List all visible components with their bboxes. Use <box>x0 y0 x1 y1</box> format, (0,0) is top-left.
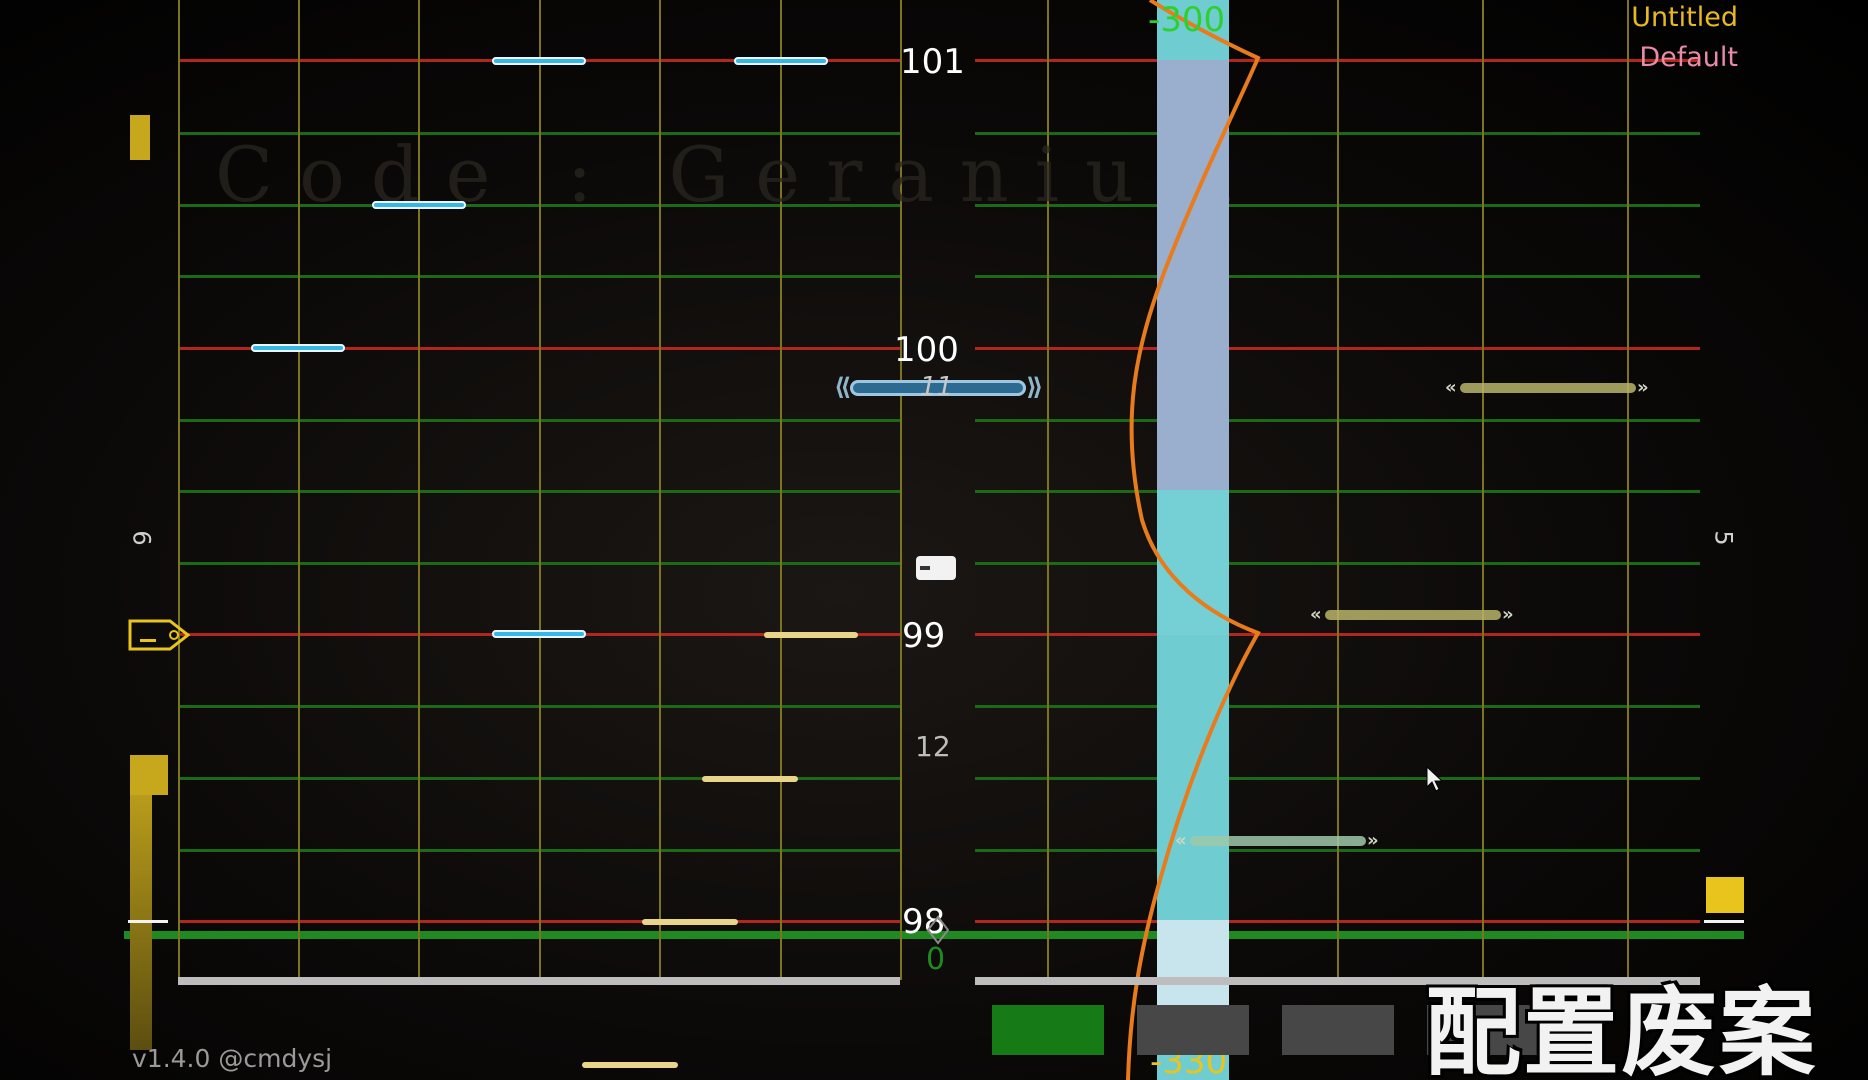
audio-meter-left-peak <box>130 755 168 795</box>
audio-meter-left-top <box>130 115 150 160</box>
note-marker-icon <box>916 556 956 580</box>
hold-arrow-left: ⟪ <box>834 373 852 401</box>
panel-bottom-bar <box>178 977 900 985</box>
measure-number: 99 <box>902 616 946 656</box>
diamond-icon <box>926 915 950 945</box>
mode-button-gray-2[interactable] <box>1282 1005 1394 1055</box>
hold-arrow-left: « <box>1310 604 1322 625</box>
audio-meter-right <box>1706 877 1744 913</box>
watermark-text: 配置废案 <box>1425 977 1817 1080</box>
speed-zero-label: 0 <box>926 942 946 977</box>
drag-note[interactable] <box>702 776 798 782</box>
side-number-left: 6 <box>127 530 156 546</box>
drag-note[interactable] <box>642 919 738 925</box>
hold-note[interactable] <box>1325 610 1501 620</box>
drag-note[interactable] <box>582 1062 678 1068</box>
drag-note[interactable] <box>764 632 858 638</box>
playhead-marker-left <box>128 920 168 923</box>
beat-label-upper: 11 <box>920 372 954 402</box>
measure-number: 100 <box>894 330 959 370</box>
mode-button-green[interactable] <box>992 1005 1104 1055</box>
tap-note[interactable] <box>734 57 828 65</box>
hold-arrow-right: » <box>1502 604 1514 625</box>
mode-button-gray-1[interactable] <box>1137 1005 1249 1055</box>
playhead-marker-right <box>1704 920 1744 923</box>
audio-meter-left <box>130 755 152 1050</box>
side-number-right: 5 <box>1709 530 1738 546</box>
version-label: v1.4.0 @cmdysj <box>132 1044 333 1073</box>
bookmark-tag-icon[interactable] <box>126 617 192 653</box>
hold-note[interactable] <box>1190 836 1366 846</box>
tap-note[interactable] <box>492 57 586 65</box>
hold-note[interactable] <box>1460 383 1636 393</box>
hold-arrow-right: ⟫ <box>1026 373 1044 401</box>
chart-editor: Code : Geranium ⟪ ⟫ 11 « » « » « » 101 1… <box>0 0 1868 1080</box>
tap-note[interactable] <box>492 630 586 638</box>
speed-top-label: -300 <box>1148 0 1226 40</box>
hold-arrow-right: » <box>1367 830 1379 851</box>
measure-number: 101 <box>900 42 965 82</box>
difficulty-name: Default <box>1639 42 1738 73</box>
hold-arrow-right: » <box>1637 377 1649 398</box>
hold-arrow-left: « <box>1175 830 1187 851</box>
tap-note[interactable] <box>251 344 345 352</box>
hold-arrow-left: « <box>1445 377 1457 398</box>
song-title: Untitled <box>1631 2 1738 33</box>
tap-note[interactable] <box>372 201 466 209</box>
note-grid[interactable]: Code : Geranium ⟪ ⟫ 11 « » « » « » 101 1… <box>0 0 1868 1080</box>
mouse-cursor-icon <box>1426 765 1444 792</box>
beat-label-lower: 12 <box>915 730 951 763</box>
